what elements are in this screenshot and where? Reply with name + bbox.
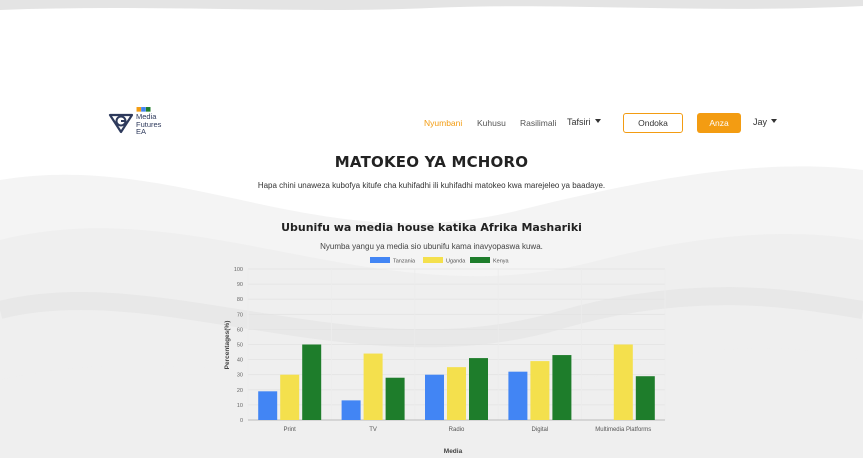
bar-uganda (613, 344, 633, 420)
bar-uganda (280, 374, 300, 420)
user-menu-dropdown[interactable]: Jay (753, 117, 778, 127)
legend-label: Tanzania (393, 259, 416, 265)
y-tick-label: 30 (237, 373, 243, 379)
start-button[interactable]: Anza (697, 113, 741, 133)
bar-kenya (469, 358, 488, 420)
y-tick-label: 70 (237, 312, 243, 318)
page-subtitle: Hapa chini unaweza kubofya kitufe cha ku… (257, 181, 606, 190)
bar-uganda (447, 367, 466, 420)
y-tick-label: 50 (237, 343, 243, 349)
logout-button[interactable]: Ondoka (623, 113, 683, 133)
chevron-down-icon (771, 118, 778, 123)
bar-kenya (552, 355, 572, 420)
brand-logo[interactable]: ■■■ Media Futures EA (108, 106, 168, 138)
bar-uganda (363, 353, 383, 420)
x-tick-label: Print (284, 427, 297, 433)
y-tick-label: 80 (237, 297, 243, 303)
x-tick-label: Multimedia Platforms (595, 427, 651, 433)
page: ■■■ Media Futures EA Nyumbani Kuhusu Ras… (0, 0, 863, 458)
bar-tanzania (341, 400, 361, 420)
legend-swatch (370, 257, 390, 263)
nav-link-nyumbani[interactable]: Nyumbani (424, 118, 462, 128)
bar-kenya (302, 344, 322, 420)
y-tick-label: 60 (237, 327, 243, 333)
legend-swatch (423, 257, 443, 263)
media-futures-logo-icon (108, 113, 134, 134)
x-tick-label: Radio (449, 427, 465, 433)
user-name: Jay (753, 117, 768, 127)
x-axis-label: Media (444, 448, 463, 455)
y-tick-label: 90 (237, 282, 243, 288)
legend-label: Kenya (493, 259, 510, 265)
bar-tanzania (258, 391, 278, 420)
x-tick-label: TV (369, 427, 377, 433)
page-title: MATOKEO YA MCHORO (334, 153, 529, 171)
chevron-down-icon (594, 118, 601, 123)
nav-link-kuhusu[interactable]: Kuhusu (477, 118, 506, 128)
bar-tanzania (508, 371, 528, 420)
y-tick-label: 40 (237, 358, 243, 364)
bar-kenya (635, 376, 655, 420)
legend-swatch (470, 257, 490, 263)
chart-title: Ubunifu wa media house katika Afrika Mas… (281, 221, 582, 234)
y-axis-label: Percentages(%) (224, 321, 231, 370)
legend-label: Uganda (446, 259, 466, 265)
bar-chart: 0 10 20 30 40 50 60 70 80 90 100 Print TV Radio Digita… (224, 257, 666, 455)
bar-uganda (530, 361, 550, 420)
y-tick-label: 0 (240, 418, 243, 424)
bar-tanzania (425, 374, 444, 420)
logo-text: Media Futures EA (136, 112, 162, 136)
y-tick-label: 10 (237, 403, 243, 409)
translate-label: Tafsiri (567, 117, 591, 127)
bar-kenya (385, 377, 405, 420)
y-tick-label: 20 (237, 388, 243, 394)
translate-dropdown[interactable]: Tafsiri (567, 117, 601, 127)
x-tick-label: Digital (532, 427, 549, 433)
y-tick-label: 100 (234, 267, 243, 273)
navbar: ■■■ Media Futures EA Nyumbani Kuhusu Ras… (0, 106, 863, 140)
nav-link-rasilimali[interactable]: Rasilimali (520, 118, 556, 128)
